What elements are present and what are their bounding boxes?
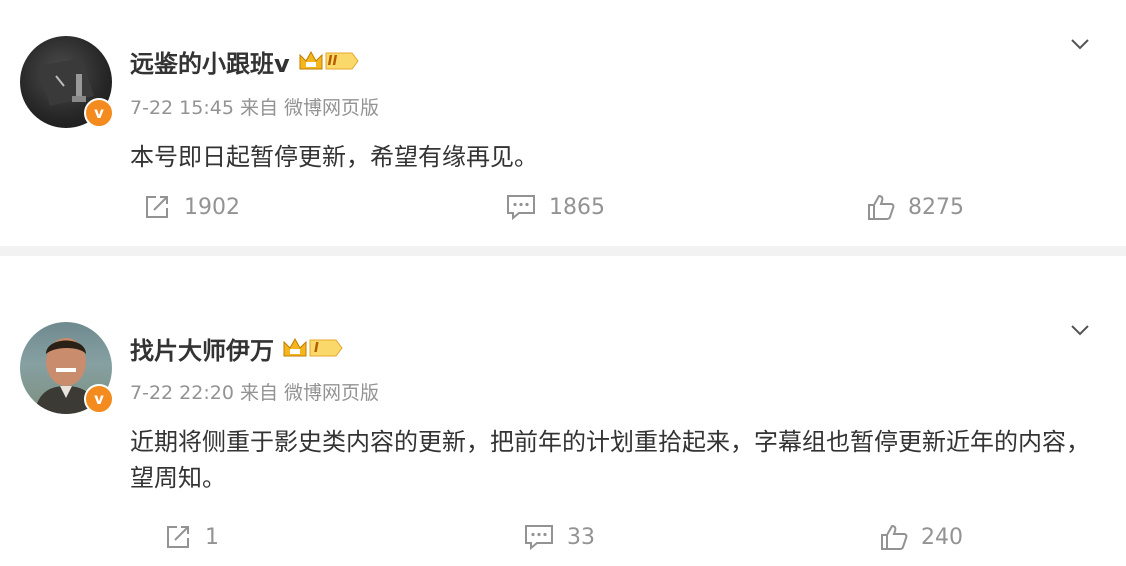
comment-count: 1865 xyxy=(549,194,605,220)
comment-icon xyxy=(507,195,535,221)
verified-v-icon: v xyxy=(84,98,114,128)
author-name[interactable]: 远鉴的小跟班v xyxy=(130,44,290,79)
comment-count: 33 xyxy=(567,524,595,550)
chevron-down-icon[interactable] xyxy=(1068,318,1092,342)
post-content: 近期将侧重于影史类内容的更新，把前年的计划重拾起来，字幕组也暂停更新近年的内容，… xyxy=(130,428,1090,492)
like-icon xyxy=(868,194,895,220)
author-row: 远鉴的小跟班v II xyxy=(130,44,369,78)
comment-button[interactable]: 33 xyxy=(523,522,595,552)
repost-count: 1 xyxy=(205,524,219,550)
repost-count: 1902 xyxy=(184,194,240,220)
like-count: 8275 xyxy=(908,194,964,220)
post-meta: 7-22 22:20 来自 微博网页版 xyxy=(130,382,379,404)
weibo-post: v 找片大师伊万 I 7-22 22:20 来自 微博网页版 近期将侧重于影史类… xyxy=(0,256,1126,566)
repost-icon xyxy=(167,526,189,548)
crown-icon xyxy=(283,337,343,357)
repost-icon xyxy=(146,196,168,218)
comment-icon xyxy=(525,525,553,551)
like-button[interactable]: 240 xyxy=(879,522,963,552)
post-divider xyxy=(0,246,1126,256)
action-bar: 1 33 240 xyxy=(0,522,1126,562)
comment-button[interactable]: 1865 xyxy=(505,192,605,222)
post-content: 本号即日起暂停更新，希望有缘再见。 xyxy=(130,143,538,171)
chevron-down-icon[interactable] xyxy=(1068,32,1092,56)
repost-button[interactable]: 1 xyxy=(163,522,219,552)
repost-button[interactable]: 1902 xyxy=(142,192,240,222)
like-button[interactable]: 8275 xyxy=(866,192,964,222)
avatar[interactable]: v xyxy=(20,36,114,128)
level-badge[interactable]: II xyxy=(298,49,370,73)
author-name[interactable]: 找片大师伊万 xyxy=(130,331,274,366)
author-row: 找片大师伊万 I xyxy=(130,331,349,365)
post-meta: 7-22 15:45 来自 微博网页版 xyxy=(130,97,379,119)
level-badge[interactable]: I xyxy=(282,336,349,360)
like-count: 240 xyxy=(921,524,963,550)
verified-v-icon: v xyxy=(84,384,114,414)
action-bar: 1902 1865 8275 xyxy=(0,192,1126,232)
level-text: I xyxy=(314,340,319,356)
avatar[interactable]: v xyxy=(20,322,114,414)
like-icon xyxy=(881,524,908,550)
weibo-post: v 远鉴的小跟班v II 7-22 15:45 来自 微博网页版 本号即日起暂停… xyxy=(0,0,1126,246)
level-text: II xyxy=(327,53,338,69)
